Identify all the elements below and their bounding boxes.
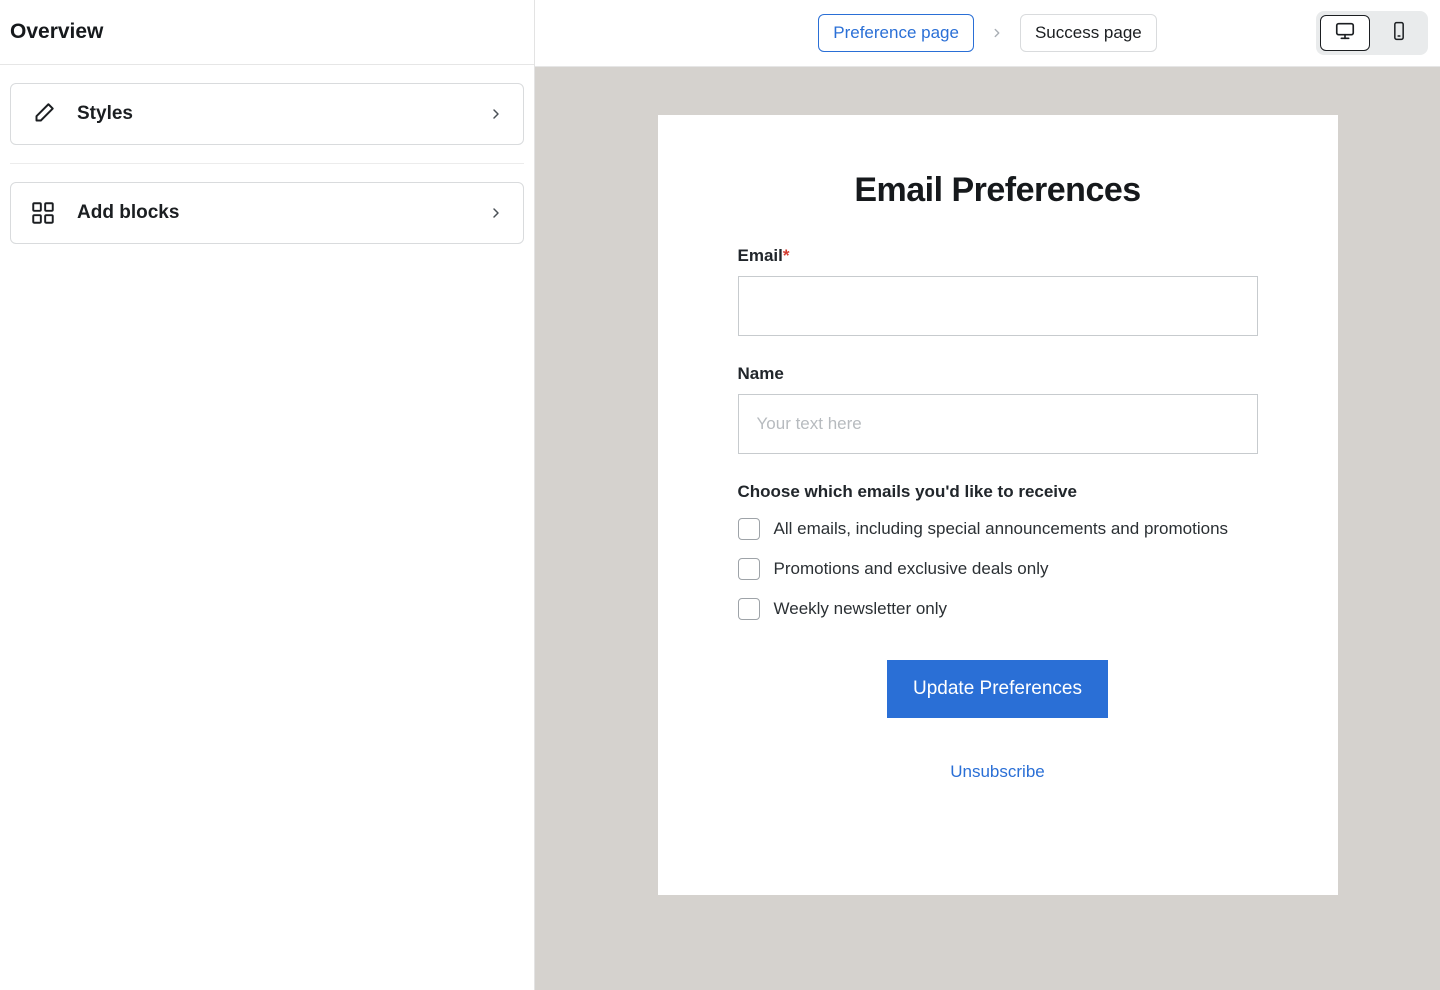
step-success-page[interactable]: Success page (1020, 14, 1157, 52)
unsubscribe-link[interactable]: Unsubscribe (950, 762, 1045, 782)
device-toggle (1316, 11, 1428, 55)
chevron-right-icon (990, 26, 1004, 40)
topbar: Preference page Success page (535, 0, 1440, 67)
sidebar: Overview Styles (0, 0, 535, 990)
option-row: All emails, including special announceme… (738, 518, 1258, 540)
email-input[interactable] (738, 276, 1258, 336)
option-label: Weekly newsletter only (774, 599, 948, 619)
email-label-text: Email (738, 246, 783, 265)
options-group-label: Choose which emails you'd like to receiv… (738, 482, 1258, 502)
option-row: Promotions and exclusive deals only (738, 558, 1258, 580)
option-label: Promotions and exclusive deals only (774, 559, 1049, 579)
sidebar-item-label: Styles (77, 103, 467, 125)
step-nav: Preference page Success page (818, 14, 1157, 52)
name-label: Name (738, 364, 1258, 384)
preference-page-card: Email Preferences Email* Name Choose whi… (658, 115, 1338, 895)
sidebar-body: Styles Add blocks (0, 65, 534, 262)
chevron-right-icon (487, 105, 505, 123)
checkbox-weekly-newsletter[interactable] (738, 598, 760, 620)
step-preference-page[interactable]: Preference page (818, 14, 974, 52)
device-desktop-button[interactable] (1320, 15, 1370, 51)
page-title: Email Preferences (738, 171, 1258, 210)
mobile-icon (1389, 21, 1409, 46)
field-email: Email* (738, 246, 1258, 336)
chevron-right-icon (487, 204, 505, 222)
email-label: Email* (738, 246, 1258, 266)
name-input[interactable] (738, 394, 1258, 454)
blocks-icon (29, 199, 57, 227)
field-name: Name (738, 364, 1258, 454)
canvas: Email Preferences Email* Name Choose whi… (535, 67, 1440, 990)
checkbox-promotions-only[interactable] (738, 558, 760, 580)
main: Preference page Success page (535, 0, 1440, 990)
checkbox-all-emails[interactable] (738, 518, 760, 540)
option-row: Weekly newsletter only (738, 598, 1258, 620)
pencil-icon (29, 100, 57, 128)
sidebar-header: Overview (0, 0, 534, 65)
sidebar-item-add-blocks[interactable]: Add blocks (10, 182, 524, 244)
desktop-icon (1334, 20, 1356, 47)
required-mark: * (783, 246, 790, 265)
update-preferences-button[interactable]: Update Preferences (887, 660, 1108, 718)
sidebar-item-label: Add blocks (77, 202, 467, 224)
option-label: All emails, including special announceme… (774, 519, 1229, 539)
sidebar-item-styles[interactable]: Styles (10, 83, 524, 145)
field-email-options: Choose which emails you'd like to receiv… (738, 482, 1258, 620)
sidebar-title: Overview (10, 20, 524, 44)
device-mobile-button[interactable] (1374, 15, 1424, 51)
actions: Update Preferences Unsubscribe (738, 660, 1258, 782)
divider (10, 163, 524, 164)
